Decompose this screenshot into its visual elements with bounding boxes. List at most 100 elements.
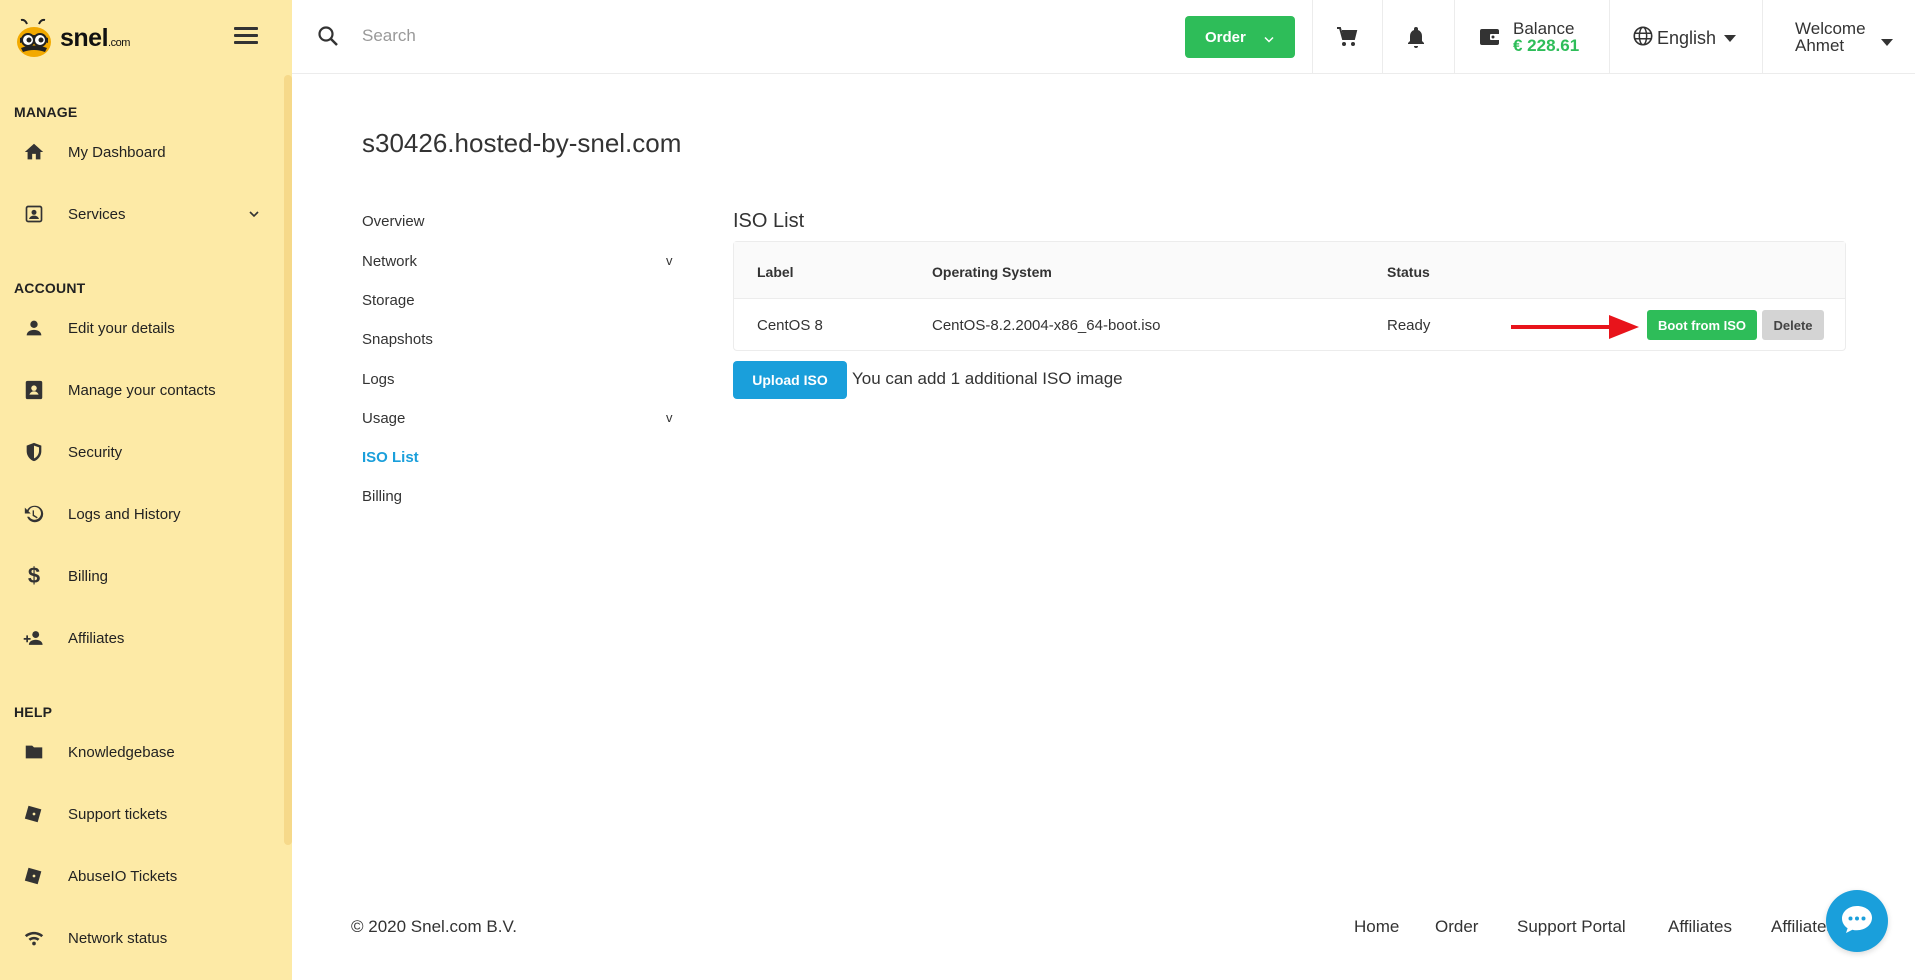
header-divider bbox=[1762, 0, 1763, 74]
iso-table: Label Operating System Status CentOS 8 C… bbox=[733, 241, 1846, 351]
sidebar-item-label: Knowledgebase bbox=[68, 743, 175, 761]
caret-down-icon bbox=[1724, 30, 1737, 48]
user-menu[interactable]: Welcome Ahmet bbox=[1795, 20, 1866, 54]
sidebar-item-label: Billing bbox=[68, 567, 109, 585]
subnav-iso-list[interactable]: ISO List bbox=[362, 449, 419, 466]
sidebar-scrollbar[interactable] bbox=[284, 75, 292, 845]
chevron-down-icon bbox=[246, 206, 262, 227]
bee-logo-icon bbox=[12, 16, 56, 60]
bell-icon[interactable] bbox=[1405, 25, 1427, 54]
subnav-storage[interactable]: Storage bbox=[362, 292, 415, 309]
welcome-text: Welcome bbox=[1795, 19, 1866, 38]
sidebar-item-services[interactable]: Services bbox=[0, 191, 284, 237]
sidebar-item-abuseio-tickets[interactable]: AbuseIO Tickets bbox=[0, 853, 284, 899]
footer-copyright: © 2020 Snel.com B.V. bbox=[351, 917, 517, 936]
sidebar-item-knowledgebase[interactable]: Knowledgebase bbox=[0, 729, 284, 775]
language-selector[interactable]: English bbox=[1632, 25, 1737, 52]
sidebar-item-label: Security bbox=[68, 443, 123, 461]
chat-bubble-icon bbox=[1840, 903, 1874, 940]
sidebar-item-label: Edit your details bbox=[68, 319, 175, 337]
menu-toggle-icon[interactable] bbox=[234, 27, 258, 47]
order-button-label: Order bbox=[1205, 28, 1246, 46]
wifi-icon bbox=[22, 926, 46, 950]
globe-icon bbox=[1632, 25, 1654, 52]
header-divider bbox=[1382, 0, 1383, 74]
sidebar-item-dashboard[interactable]: My Dashboard bbox=[0, 129, 284, 175]
ticket-icon bbox=[22, 802, 46, 826]
sidebar-item-network-status[interactable]: Network status bbox=[0, 915, 284, 961]
table-header: Label Operating System Status bbox=[734, 242, 1845, 299]
footer-link-order[interactable]: Order bbox=[1435, 917, 1478, 937]
cell-status: Ready bbox=[1387, 317, 1431, 334]
subnav-usage[interactable]: Usage bbox=[362, 410, 405, 427]
person-add-icon bbox=[22, 626, 46, 650]
upload-iso-button[interactable]: Upload ISO bbox=[733, 361, 847, 399]
sidebar-item-label: My Dashboard bbox=[68, 143, 166, 161]
sidebar-item-label: Services bbox=[68, 205, 126, 223]
wallet-icon bbox=[1478, 25, 1502, 54]
sidebar-item-edit-details[interactable]: Edit your details bbox=[0, 305, 284, 351]
sidebar-item-support-tickets[interactable]: Support tickets bbox=[0, 791, 284, 837]
sidebar-item-affiliates[interactable]: Affiliates bbox=[0, 615, 284, 661]
header-divider bbox=[1454, 0, 1455, 74]
sidebar-item-label: Network status bbox=[68, 929, 168, 947]
person-icon bbox=[22, 316, 46, 340]
sidebar-item-label: Support tickets bbox=[68, 805, 168, 823]
logo-text: snel.com bbox=[60, 23, 130, 52]
footer-link-support-portal[interactable]: Support Portal bbox=[1517, 917, 1626, 937]
contacts-icon bbox=[22, 378, 46, 402]
column-header-label: Label bbox=[757, 264, 794, 280]
header-divider bbox=[1609, 0, 1610, 74]
upload-note: You can add 1 additional ISO image bbox=[852, 369, 1123, 388]
column-header-status: Status bbox=[1387, 264, 1430, 280]
folder-icon bbox=[22, 740, 46, 764]
sidebar-item-label: Manage your contacts bbox=[68, 381, 216, 399]
search-icon[interactable] bbox=[316, 24, 340, 53]
column-header-os: Operating System bbox=[932, 264, 1052, 280]
chevron-down-icon bbox=[1263, 32, 1275, 49]
caret-down-icon[interactable] bbox=[1881, 34, 1893, 52]
shield-icon bbox=[22, 440, 46, 464]
order-button[interactable]: Order bbox=[1185, 16, 1295, 58]
chevron-down-icon[interactable]: v bbox=[666, 410, 673, 425]
home-icon bbox=[22, 140, 46, 164]
top-header: Order Balance € 228.61 English Welcome A… bbox=[292, 0, 1915, 74]
footer-link-home[interactable]: Home bbox=[1354, 917, 1399, 937]
balance-value: € 228.61 bbox=[1513, 36, 1580, 55]
search-input[interactable] bbox=[362, 18, 862, 54]
cart-icon[interactable] bbox=[1335, 25, 1359, 54]
cell-os: CentOS-8.2.2004-x86_64-boot.iso bbox=[932, 317, 1161, 334]
user-name: Ahmet bbox=[1795, 36, 1845, 55]
subnav-billing[interactable]: Billing bbox=[362, 488, 402, 505]
dollar-icon: $ bbox=[27, 563, 41, 588]
sidebar-item-contacts[interactable]: Manage your contacts bbox=[0, 367, 284, 413]
sidebar-item-label: Affiliates bbox=[68, 629, 125, 647]
cell-label: CentOS 8 bbox=[757, 317, 823, 334]
boot-from-iso-button[interactable]: Boot from ISO bbox=[1647, 310, 1757, 340]
red-arrow-annotation-icon bbox=[1511, 313, 1641, 346]
sidebar-item-label: AbuseIO Tickets bbox=[68, 867, 178, 885]
header-divider bbox=[1312, 0, 1313, 74]
subnav-snapshots[interactable]: Snapshots bbox=[362, 331, 433, 348]
sidebar-item-logs-history[interactable]: Logs and History bbox=[0, 491, 284, 537]
iso-list-heading: ISO List bbox=[733, 210, 805, 232]
chevron-down-icon[interactable]: v bbox=[666, 253, 673, 268]
sidebar-item-security[interactable]: Security bbox=[0, 429, 284, 475]
section-title-account: ACCOUNT bbox=[14, 280, 86, 296]
subnav-network[interactable]: Network bbox=[362, 253, 417, 270]
delete-button[interactable]: Delete bbox=[1762, 310, 1824, 340]
subnav-logs[interactable]: Logs bbox=[362, 371, 395, 388]
history-icon bbox=[22, 502, 46, 526]
sidebar-item-billing[interactable]: $ Billing bbox=[0, 553, 284, 599]
ticket-icon bbox=[22, 864, 46, 888]
section-title-help: HELP bbox=[14, 704, 53, 720]
sidebar-item-label: Logs and History bbox=[68, 505, 181, 523]
footer-link-affiliates[interactable]: Affiliates bbox=[1668, 917, 1732, 937]
logo[interactable]: snel.com bbox=[12, 14, 130, 62]
subnav-overview[interactable]: Overview bbox=[362, 213, 425, 230]
section-title-manage: MANAGE bbox=[14, 104, 78, 120]
id-card-icon bbox=[22, 202, 46, 226]
language-label: English bbox=[1657, 28, 1717, 48]
chat-button[interactable] bbox=[1826, 890, 1888, 952]
page-title: s30426.hosted-by-snel.com bbox=[362, 128, 682, 158]
